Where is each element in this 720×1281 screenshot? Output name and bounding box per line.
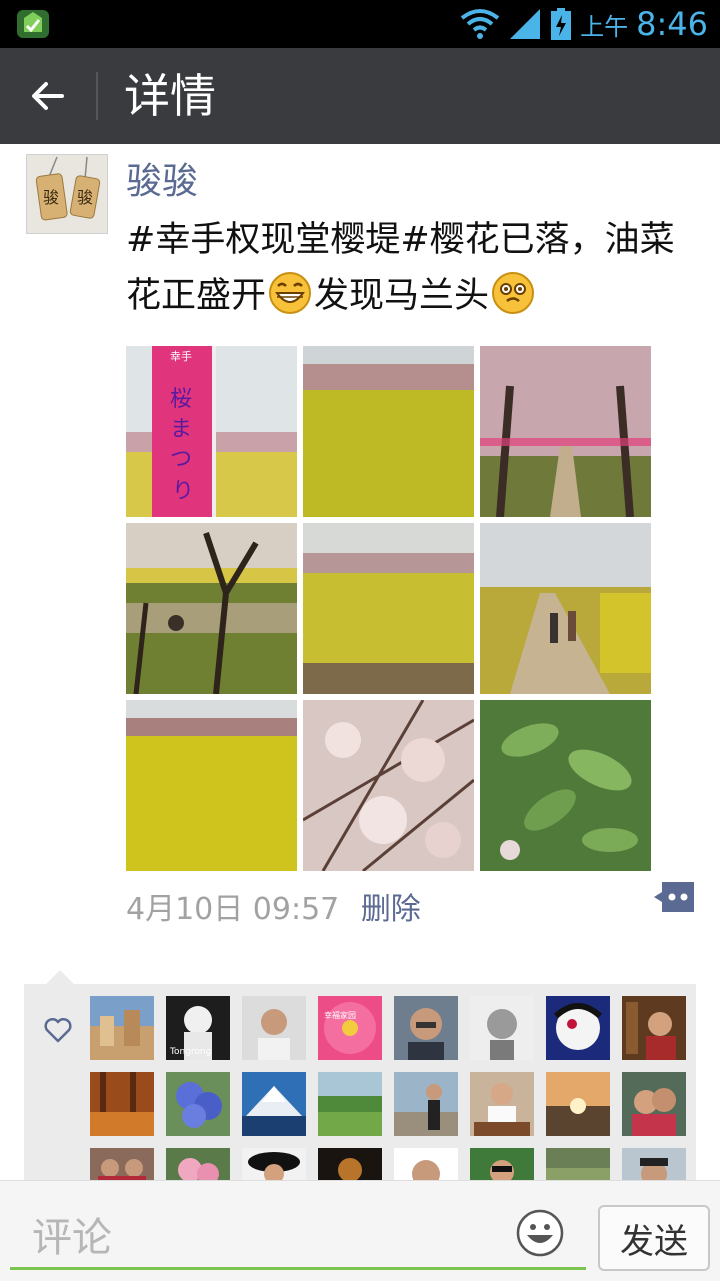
- surprised-emoji-icon: [492, 272, 535, 314]
- svg-text:Tongrong: Tongrong: [169, 1047, 211, 1057]
- svg-text:骏: 骏: [77, 188, 93, 207]
- status-clock: 8:46: [636, 5, 708, 43]
- author-avatar-image: 骏 骏: [27, 155, 107, 233]
- photo-cherry-tree-path[interactable]: [480, 346, 651, 517]
- comment-input-bar: 评论 发送: [0, 1180, 720, 1281]
- comment-input[interactable]: 评论: [14, 1187, 586, 1273]
- page-title: 详情: [124, 69, 216, 123]
- photo-cherry-blossoms[interactable]: [303, 700, 474, 871]
- heart-icon: [44, 1017, 72, 1043]
- status-ampm: 上午: [580, 12, 629, 41]
- input-underline: [10, 1267, 586, 1270]
- send-button[interactable]: 发送: [598, 1205, 710, 1271]
- liker-avatar[interactable]: [394, 996, 458, 1060]
- svg-text:骏: 骏: [43, 188, 59, 207]
- post-meta: 4月10日 09:57 删除: [126, 884, 421, 928]
- photo-rapeseed-field-3[interactable]: [126, 700, 297, 871]
- liker-avatar[interactable]: [242, 996, 306, 1060]
- liker-avatar[interactable]: 幸福家园: [318, 996, 382, 1060]
- photo-rapeseed-field-1[interactable]: [303, 346, 474, 517]
- liker-avatar[interactable]: [470, 996, 534, 1060]
- liker-avatar[interactable]: [622, 996, 686, 1060]
- battery-icon: [551, 8, 572, 40]
- likes-notch: [46, 970, 74, 984]
- svg-text:ま: ま: [170, 417, 192, 442]
- svg-text:り: り: [172, 479, 194, 504]
- post-timestamp: 4月10日 09:57: [126, 892, 340, 927]
- liker-avatar[interactable]: [470, 1072, 534, 1136]
- liker-avatar[interactable]: [394, 1072, 458, 1136]
- comment-placeholder: 评论: [32, 1215, 112, 1261]
- delete-link[interactable]: 删除: [361, 892, 421, 927]
- signal-icon: [510, 9, 541, 39]
- liker-avatar[interactable]: [622, 1072, 686, 1136]
- comment-bubble-icon[interactable]: [652, 880, 696, 914]
- wifi-icon: [460, 9, 500, 39]
- appbar-divider: [96, 72, 98, 120]
- svg-text:桜: 桜: [170, 387, 192, 412]
- svg-text:幸福家园: 幸福家园: [324, 1010, 356, 1020]
- svg-text:つ: つ: [170, 447, 192, 472]
- photo-tree-picnic[interactable]: [126, 523, 297, 694]
- liker-avatar[interactable]: [546, 1072, 610, 1136]
- photo-rapeseed-field-2[interactable]: [303, 523, 474, 694]
- author-avatar[interactable]: 骏 骏: [26, 154, 108, 234]
- grin-emoji-icon: [269, 272, 312, 314]
- liker-avatar[interactable]: [90, 996, 154, 1060]
- emoji-picker-icon[interactable]: [516, 1209, 564, 1257]
- status-bar: 上午 8:46: [0, 0, 720, 48]
- likes-panel: Tongrong 幸福家园: [24, 970, 696, 1212]
- liker-avatar[interactable]: Tongrong: [166, 996, 230, 1060]
- photo-people-walking[interactable]: [480, 523, 651, 694]
- banner-top-text: 幸手: [170, 349, 192, 363]
- liker-avatar[interactable]: [318, 1072, 382, 1136]
- liker-avatar[interactable]: [546, 996, 610, 1060]
- liker-avatar[interactable]: [166, 1072, 230, 1136]
- photo-green-leaves[interactable]: [480, 700, 651, 871]
- liker-avatar[interactable]: [90, 1072, 154, 1136]
- post-text-part2: 发现马兰头: [314, 276, 490, 316]
- post-text: #幸手权现堂樱堤#樱花已落，油菜花正盛开 发现马兰头: [126, 212, 692, 324]
- photo-grid: 幸手 桜 ま つ り: [126, 346, 651, 871]
- app-bar: 详情: [0, 48, 720, 144]
- author-name[interactable]: 骏骏: [126, 152, 198, 204]
- liker-avatar[interactable]: [242, 1072, 306, 1136]
- app-notification-icon: [17, 10, 49, 38]
- photo-sakura-banner[interactable]: 幸手 桜 ま つ り: [126, 346, 297, 517]
- back-arrow-icon[interactable]: [28, 76, 68, 116]
